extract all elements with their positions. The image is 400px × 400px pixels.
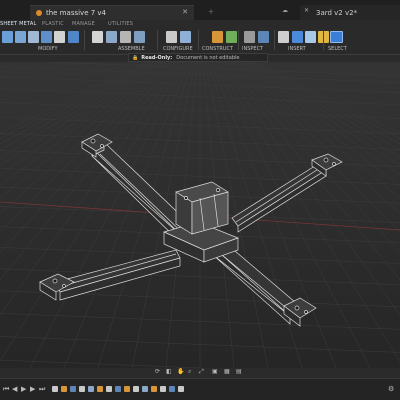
camera-mount[interactable] <box>175 181 229 235</box>
timeline-feature[interactable] <box>142 386 148 392</box>
chamfer-icon[interactable] <box>28 31 39 43</box>
timeline-feature[interactable] <box>88 386 94 392</box>
document-tab-label: 3ard v2 v2* <box>316 8 358 17</box>
configure-icon[interactable] <box>180 31 191 43</box>
new-component-icon[interactable] <box>92 31 103 43</box>
document-tab-inactive[interactable]: ✕ 3ard v2 v2* <box>300 5 400 20</box>
group-label-insert[interactable]: INSERT <box>288 46 306 52</box>
fusion-app-window: the massive 7 v4 ✕ ＋ ☁ ✕ 3ard v2 v2* SHE… <box>0 0 400 400</box>
toolbar-divider <box>198 30 199 50</box>
toolbar-ribbon: SHEET METAL PLASTIC MANAGE UTILITIES MOD… <box>0 20 400 55</box>
timeline-feature[interactable] <box>124 386 130 392</box>
toolbar-divider <box>323 30 324 50</box>
viewports-icon[interactable]: ▤ <box>236 368 242 375</box>
timeline-feature[interactable] <box>52 386 58 392</box>
readonly-title: Read-Only: <box>141 54 173 61</box>
close-icon[interactable]: ✕ <box>304 7 309 14</box>
readonly-message: Document is not editable <box>176 54 240 61</box>
as-built-joint-icon[interactable] <box>120 31 131 43</box>
timeline-feature[interactable] <box>97 386 103 392</box>
timeline-forward-icon[interactable]: ▶ <box>30 385 35 393</box>
timeline-end-icon[interactable]: ⏭ <box>39 385 45 394</box>
pan-icon[interactable]: ✋ <box>177 368 184 375</box>
new-tab-icon[interactable]: ＋ <box>208 7 214 16</box>
timeline-start-icon[interactable]: ⏮ <box>3 385 9 394</box>
fusion-document-icon <box>36 10 42 16</box>
timeline-feature[interactable] <box>133 386 139 392</box>
timeline-feature[interactable] <box>178 386 184 392</box>
insert-derive-icon[interactable] <box>278 31 289 43</box>
toolbar-divider <box>274 30 275 50</box>
grid-settings-icon[interactable]: ▦ <box>224 368 230 375</box>
measure-icon[interactable] <box>244 31 255 43</box>
document-tab-bar: the massive 7 v4 ✕ ＋ ☁ ✕ 3ard v2 v2* <box>0 0 400 20</box>
timeline-feature[interactable] <box>70 386 76 392</box>
press-pull-icon[interactable] <box>2 31 13 43</box>
offset-plane-icon[interactable] <box>212 31 223 43</box>
tab-utilities[interactable]: UTILITIES <box>108 21 133 27</box>
timeline-settings-icon[interactable]: ⚙ <box>388 385 394 393</box>
insert-mesh-icon[interactable] <box>292 31 303 43</box>
timeline-feature[interactable] <box>106 386 112 392</box>
group-label-configure[interactable]: CONFIGURE <box>163 46 193 52</box>
timeline-feature[interactable] <box>160 386 166 392</box>
select-icon[interactable] <box>330 31 343 43</box>
insert-canvas-icon[interactable] <box>305 31 316 43</box>
timeline-feature[interactable] <box>169 386 175 392</box>
tab-sheet-metal[interactable]: SHEET METAL <box>0 21 36 27</box>
timeline-feature[interactable] <box>61 386 67 392</box>
shell-icon[interactable] <box>41 31 52 43</box>
joint-origin-icon[interactable] <box>134 31 145 43</box>
readonly-banner: 🔒 Read-Only: Document is not editable <box>128 53 268 62</box>
group-label-modify[interactable]: MODIFY <box>38 46 58 52</box>
orbit-icon[interactable]: ⟳ <box>155 368 160 375</box>
3d-viewport[interactable] <box>0 62 400 368</box>
close-icon[interactable]: ✕ <box>182 8 188 16</box>
timeline-feature[interactable] <box>115 386 121 392</box>
toolbar-divider <box>238 30 239 50</box>
combine-icon[interactable] <box>54 31 65 43</box>
toolbar-divider <box>84 30 85 50</box>
joint-icon[interactable] <box>106 31 117 43</box>
timeline-back-icon[interactable]: ◀ <box>12 385 17 393</box>
timeline-feature[interactable] <box>79 386 85 392</box>
tab-plastic[interactable]: PLASTIC <box>42 21 64 27</box>
zoom-icon[interactable]: ⌕ <box>188 368 191 376</box>
navigation-bar: ⟳ ◧ ✋ ⌕ ⤢ ▣ ▦ ▤ <box>0 368 400 378</box>
timeline: ⏮ ◀ ▶ ▶ ⏭ ⚙ <box>0 378 400 400</box>
group-label-inspect[interactable]: INSPECT <box>242 46 263 52</box>
timeline-feature[interactable] <box>151 386 157 392</box>
toolbar-divider <box>157 30 158 50</box>
configure-table-icon[interactable] <box>166 31 177 43</box>
timeline-play-icon[interactable]: ▶ <box>21 385 26 393</box>
viewport-canvas[interactable] <box>0 62 400 368</box>
axis-icon[interactable] <box>226 31 237 43</box>
group-label-select[interactable]: SELECT <box>328 46 347 52</box>
cloud-icon[interactable]: ☁ <box>282 7 288 14</box>
group-label-assemble[interactable]: ASSEMBLE <box>118 46 145 52</box>
document-tab-active[interactable]: the massive 7 v4 ✕ <box>30 5 194 20</box>
fillet-icon[interactable] <box>15 31 26 43</box>
interference-icon[interactable] <box>258 31 269 43</box>
lock-icon: 🔒 <box>132 54 139 61</box>
scale-icon[interactable] <box>68 31 79 43</box>
fit-icon[interactable]: ⤢ <box>199 368 204 376</box>
look-at-icon[interactable]: ◧ <box>166 368 172 375</box>
group-label-construct[interactable]: CONSTRUCT <box>202 46 233 52</box>
tab-manage[interactable]: MANAGE <box>72 21 95 27</box>
display-settings-icon[interactable]: ▣ <box>212 368 218 375</box>
document-tab-label: the massive 7 v4 <box>46 9 107 17</box>
